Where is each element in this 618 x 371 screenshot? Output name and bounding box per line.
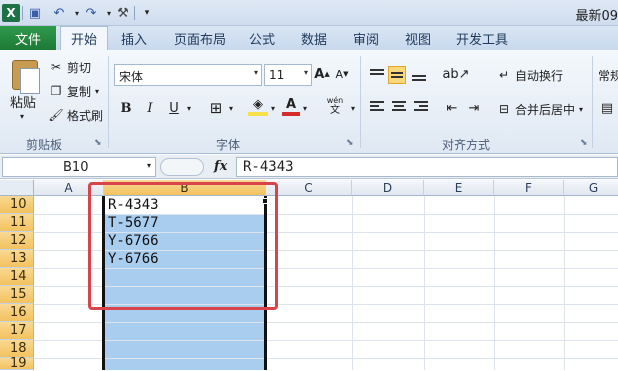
tab-view[interactable]: 视图: [396, 26, 440, 50]
number-format-select[interactable]: 常规: [598, 66, 618, 84]
bold-button[interactable]: B: [116, 98, 136, 118]
wrap-text-button[interactable]: ↵ 自动换行: [496, 66, 563, 84]
merge-icon: ⊟: [498, 102, 510, 116]
phonetic-dropdown-icon[interactable]: ▾: [348, 98, 358, 118]
name-box-dropdown-icon[interactable]: ▾: [147, 161, 151, 170]
divider: [360, 56, 361, 148]
paste-button[interactable]: 粘贴: [10, 92, 36, 111]
window-title: 最新09: [575, 9, 618, 24]
insert-function-icon[interactable]: fx: [214, 159, 227, 174]
row-header-11[interactable]: 11: [0, 214, 34, 232]
divider: [592, 56, 593, 148]
cut-button[interactable]: ✂ 剪切: [48, 58, 91, 76]
font-color-dropdown-icon[interactable]: ▾: [300, 98, 310, 118]
group-label-alignment: 对齐方式: [442, 138, 491, 152]
bottom-align-icon[interactable]: [410, 66, 428, 84]
column-header-e[interactable]: E: [424, 180, 494, 196]
copy-icon: ❐: [50, 84, 62, 98]
dialog-launcher-icon[interactable]: ⬊: [580, 138, 588, 148]
row-header-14[interactable]: 14: [0, 268, 34, 286]
wrap-text-icon: ↵: [498, 68, 510, 82]
font-name-select[interactable]: 宋体 ▾: [114, 64, 262, 86]
grow-font-button[interactable]: A ▲: [314, 64, 330, 84]
excel-logo-icon[interactable]: X: [2, 4, 20, 22]
tools-icon[interactable]: ⚒: [114, 4, 132, 22]
save-icon[interactable]: ▣: [26, 4, 44, 22]
tab-home[interactable]: 开始: [60, 26, 108, 50]
tab-review[interactable]: 审阅: [344, 26, 388, 50]
undo-icon[interactable]: ↶: [50, 4, 68, 22]
row-header-16[interactable]: 16: [0, 304, 34, 322]
borders-dropdown-icon[interactable]: ▾: [226, 98, 236, 118]
ribbon: 粘贴 ▾ ✂ 剪切 ❐ 复制 ▾ 🖌 格式刷 剪贴板 ⬊ 宋体 ▾ 11 ▾ A ▲ A ▼ B…: [0, 50, 618, 154]
borders-icon[interactable]: ⊞: [206, 98, 226, 118]
customize-toolbar-icon[interactable]: ▾: [138, 4, 156, 22]
row-header-15[interactable]: 15: [0, 286, 34, 304]
align-center-icon[interactable]: [390, 98, 408, 116]
decrease-indent-icon[interactable]: ⇤: [442, 98, 462, 118]
formula-bar-handle[interactable]: [160, 158, 204, 176]
underline-button[interactable]: U: [164, 98, 184, 118]
paste-icon[interactable]: [8, 56, 42, 96]
column-header-d[interactable]: D: [352, 180, 424, 196]
tab-data[interactable]: 数据: [292, 26, 336, 50]
tab-file[interactable]: 文件: [0, 26, 56, 50]
formula-input[interactable]: R-4343: [236, 157, 618, 177]
italic-button[interactable]: I: [140, 98, 160, 118]
fill-color-icon[interactable]: ◈: [248, 96, 268, 116]
underline-dropdown-icon[interactable]: ▾: [184, 98, 194, 118]
quick-access-toolbar: X ▣ ↶ ▾ ↷ ▾ ⚒ ▾ 最新09: [0, 0, 618, 26]
highlight-annotation-box: [88, 182, 278, 310]
align-left-icon[interactable]: [368, 98, 386, 116]
select-all-corner[interactable]: [0, 180, 34, 196]
currency-format-icon[interactable]: ▤: [598, 98, 616, 118]
column-header-c[interactable]: C: [266, 180, 352, 196]
row-header-13[interactable]: 13: [0, 250, 34, 268]
dialog-launcher-icon[interactable]: ⬊: [346, 138, 354, 148]
ribbon-tabs: 文件 开始 插入 页面布局 公式 数据 审阅 视图 开发工具: [0, 26, 618, 50]
tab-page-layout[interactable]: 页面布局: [164, 26, 236, 50]
phonetic-guide-icon[interactable]: wén 文: [322, 96, 348, 116]
divider: [108, 56, 109, 148]
font-size-select[interactable]: 11 ▾: [264, 64, 312, 86]
name-box[interactable]: B10 ▾: [2, 157, 156, 177]
increase-indent-icon[interactable]: ⇥: [464, 98, 484, 118]
paste-dropdown-icon[interactable]: ▾: [20, 112, 24, 121]
row-header-17[interactable]: 17: [0, 322, 34, 340]
group-label-clipboard: 剪贴板: [26, 138, 63, 152]
format-painter-button[interactable]: 🖌 格式刷: [48, 106, 103, 124]
tab-developer[interactable]: 开发工具: [446, 26, 518, 50]
scissors-icon: ✂: [50, 60, 62, 74]
tab-formulas[interactable]: 公式: [240, 26, 284, 50]
column-header-f[interactable]: F: [494, 180, 564, 196]
spreadsheet-grid[interactable]: A B C D E F G 10 11 12 13 14 15 16 17 18…: [0, 180, 618, 371]
group-label-font: 字体: [216, 138, 241, 152]
row-header-12[interactable]: 12: [0, 232, 34, 250]
middle-align-icon[interactable]: [388, 66, 406, 84]
row-header-10[interactable]: 10: [0, 196, 34, 214]
column-header-g[interactable]: G: [564, 180, 618, 196]
divider: [22, 6, 23, 20]
dialog-launcher-icon[interactable]: ⬊: [94, 138, 102, 148]
shrink-font-button[interactable]: A ▼: [334, 64, 350, 84]
merge-center-button[interactable]: ⊟ 合并后居中 ▾: [496, 100, 583, 118]
divider: [134, 6, 135, 20]
font-color-icon[interactable]: A: [282, 96, 300, 116]
orientation-icon[interactable]: ab↗: [442, 64, 469, 84]
top-align-icon[interactable]: [368, 66, 386, 84]
formula-bar: B10 ▾ fx R-4343: [0, 155, 618, 179]
fill-color-dropdown-icon[interactable]: ▾: [268, 98, 278, 118]
align-right-icon[interactable]: [412, 98, 430, 116]
tab-insert[interactable]: 插入: [112, 26, 156, 50]
redo-icon[interactable]: ↷: [82, 4, 100, 22]
copy-button[interactable]: ❐ 复制 ▾: [48, 82, 99, 100]
brush-icon: 🖌: [48, 108, 64, 122]
row-header-19[interactable]: 19: [0, 356, 34, 371]
